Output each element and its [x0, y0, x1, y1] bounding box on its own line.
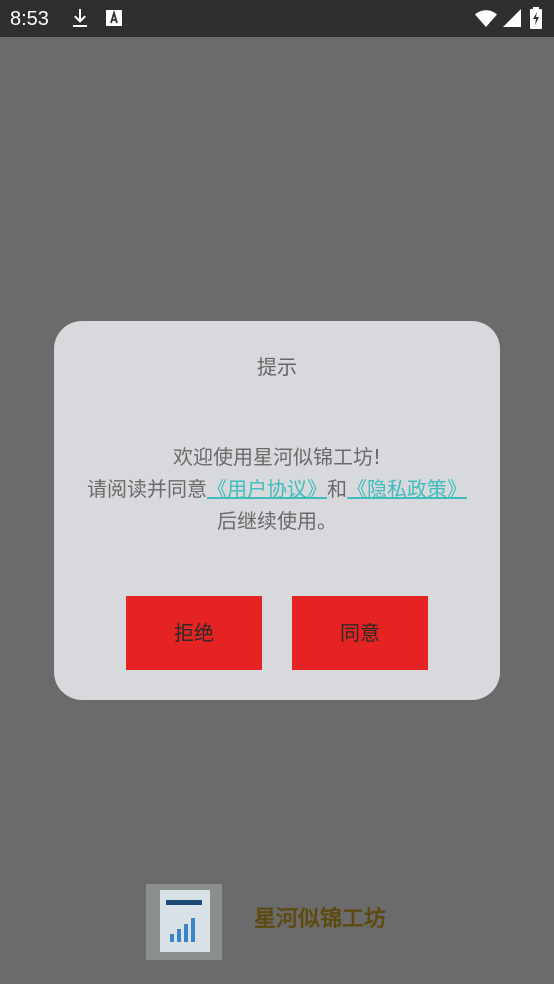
dialog-title: 提示	[257, 355, 297, 379]
welcome-line: 欢迎使用星河似锦工坊!	[172, 445, 382, 469]
download-icon	[68, 6, 92, 30]
consent-text: 请阅读并同意《用户协议》和《隐私政策》后继续使用。	[84, 473, 470, 537]
status-bar: 8:53	[0, 0, 554, 37]
user-agreement-link[interactable]: 《用户协议》	[207, 477, 327, 501]
agree-button[interactable]: 同意	[292, 596, 428, 670]
consent-dialog: 提示 欢迎使用星河似锦工坊! 请阅读并同意《用户协议》和《隐私政策》后继续使用。…	[54, 321, 500, 700]
cell-signal-icon	[500, 6, 524, 30]
consent-suffix: 后继续使用。	[217, 509, 337, 533]
reject-button[interactable]: 拒绝	[126, 596, 262, 670]
accessibility-a-icon	[102, 6, 126, 30]
privacy-policy-link[interactable]: 《隐私政策》	[347, 477, 467, 501]
dialog-message: 欢迎使用星河似锦工坊! 请阅读并同意《用户协议》和《隐私政策》后继续使用。	[84, 441, 470, 537]
app-name: 星河似锦工坊	[254, 907, 387, 932]
splash-footer: 星河似锦工坊	[0, 870, 554, 970]
and-text: 和	[327, 477, 347, 501]
status-time: 8:53	[10, 8, 49, 30]
battery-icon	[528, 6, 544, 30]
wifi-icon	[474, 6, 498, 30]
app-logo	[146, 884, 222, 960]
consent-prefix: 请阅读并同意	[87, 477, 207, 501]
